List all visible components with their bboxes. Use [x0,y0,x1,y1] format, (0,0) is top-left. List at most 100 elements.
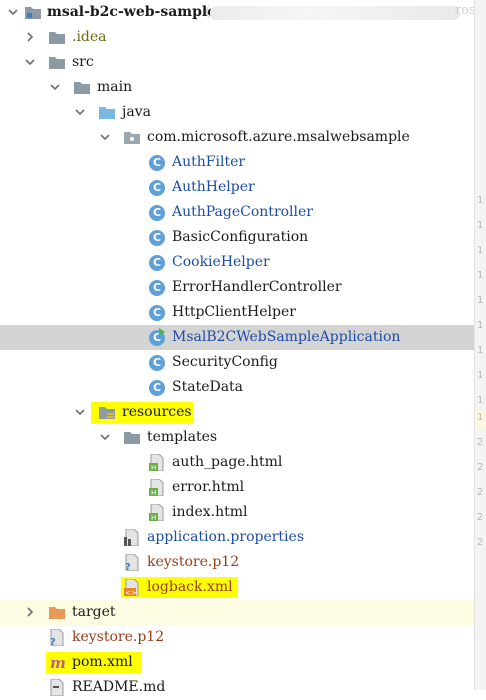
tree-row-java[interactable]: java [0,100,474,125]
folder-label: .idea [72,29,107,45]
html-file-icon: H [148,504,166,521]
tree-row-resources[interactable]: resources [0,400,474,425]
chevron-down-icon[interactable] [99,431,111,443]
unknown-file-icon: ? [48,629,66,646]
folder-icon [48,29,66,46]
tree-row-class[interactable]: C ErrorHandlerController [0,275,474,300]
tree-row-class[interactable]: C BasicConfiguration [0,225,474,250]
html-file-icon: H [148,479,166,496]
tree-row-file[interactable]: README.md [0,675,474,700]
file-label: error.html [172,479,245,495]
line-number: 1 [477,370,484,381]
folder-label: target [72,604,116,620]
tree-row-file[interactable]: <> logback.xml [0,575,474,600]
line-number: 1 [477,345,484,356]
class-label: HttpClientHelper [172,304,296,320]
tree-row-class[interactable]: C SecurityConfig [0,350,474,375]
tree-row-templates[interactable]: templates [0,425,474,450]
module-folder-icon [24,4,42,21]
tree-row-file[interactable]: H auth_page.html [0,450,474,475]
class-icon: C [148,379,166,396]
line-number: 2 [477,537,484,548]
tree-row-class[interactable]: C AuthHelper [0,175,474,200]
file-label: keystore.p12 [72,629,165,645]
package-label: com.microsoft.azure.msalwebsample [147,129,410,145]
project-name: msal-b2c-web-sample [47,4,217,20]
line-number: 1 [477,320,484,331]
class-icon: C [148,354,166,371]
class-label: BasicConfiguration [172,229,309,245]
class-label: AuthHelper [172,179,255,195]
folder-icon [48,54,66,71]
svg-text:<>: <> [125,589,137,596]
source-folder-icon [98,104,116,121]
line-number: 2 [477,437,484,448]
folder-label: java [122,104,151,120]
folder-icon [123,429,141,446]
file-label: application.properties [147,529,305,545]
svg-text:H: H [151,489,156,496]
class-icon: C [148,179,166,196]
folder-label: src [72,54,94,70]
unknown-file-icon: ? [123,554,141,571]
tree-row-idea[interactable]: .idea [0,25,474,50]
tree-row-class[interactable]: C CookieHelper [0,250,474,275]
line-number: 1 [477,245,484,256]
line-number: 2 [477,512,484,523]
tree-row-class[interactable]: C StateData [0,375,474,400]
package-icon [123,129,141,146]
chevron-down-icon[interactable] [49,81,61,93]
chevron-down-icon[interactable] [99,131,111,143]
class-label: ErrorHandlerController [172,279,342,295]
folder-label: templates [147,429,218,445]
class-label: SecurityConfig [172,354,278,370]
line-number: 1 [477,270,484,281]
tree-row-class[interactable]: C AuthPageController [0,200,474,225]
markdown-file-icon [48,679,66,696]
class-label: MsalB2CWebSampleApplication [172,329,401,345]
tree-row-file[interactable]: H index.html [0,500,474,525]
tree-row-file[interactable]: m pom.xml [0,650,474,675]
properties-file-icon [123,529,141,546]
svg-text:m: m [50,654,66,671]
folder-label: main [97,79,133,95]
chevron-right-icon[interactable] [24,606,36,618]
class-icon: C [148,279,166,296]
project-tree: msal-b2c-web-sample ( ros .idea src main [0,0,476,696]
class-icon: C [148,204,166,221]
svg-text:H: H [151,464,156,471]
tree-row-target[interactable]: target [0,600,474,625]
tree-row-src[interactable]: src [0,50,474,75]
chevron-down-icon[interactable] [74,406,86,418]
blurred-path [210,6,460,20]
chevron-down-icon[interactable] [74,106,86,118]
tree-row-file[interactable]: application.properties [0,525,474,550]
class-icon: C [148,304,166,321]
file-label: logback.xml [147,579,233,595]
tree-row-file[interactable]: ? keystore.p12 [0,550,474,575]
tree-row-project-root[interactable]: msal-b2c-web-sample ( ros [0,0,476,25]
line-number: 1 [477,220,484,231]
folder-label: resources [122,404,192,420]
chevron-down-icon[interactable] [7,6,19,18]
file-label: pom.xml [72,654,133,670]
class-icon: C [148,254,166,271]
maven-icon: m [50,654,68,671]
tree-row-class[interactable]: C HttpClientHelper [0,300,474,325]
file-label: keystore.p12 [147,554,240,570]
tree-row-file[interactable]: H error.html [0,475,474,500]
tree-row-class-selected[interactable]: C MsalB2CWebSampleApplication [0,325,474,350]
line-number: 1 [477,195,484,206]
chevron-down-icon[interactable] [24,56,36,68]
class-icon: C [148,229,166,246]
svg-text:?: ? [50,637,56,646]
class-label: AuthFilter [172,154,246,170]
tree-row-package[interactable]: com.microsoft.azure.msalwebsample [0,125,474,150]
tree-row-main[interactable]: main [0,75,474,100]
chevron-right-icon[interactable] [24,31,36,43]
line-number: 1 [477,412,484,423]
class-icon: C [148,154,166,171]
xml-file-icon: <> [123,579,141,596]
tree-row-file[interactable]: ? keystore.p12 [0,625,474,650]
tree-row-class[interactable]: C AuthFilter [0,150,474,175]
